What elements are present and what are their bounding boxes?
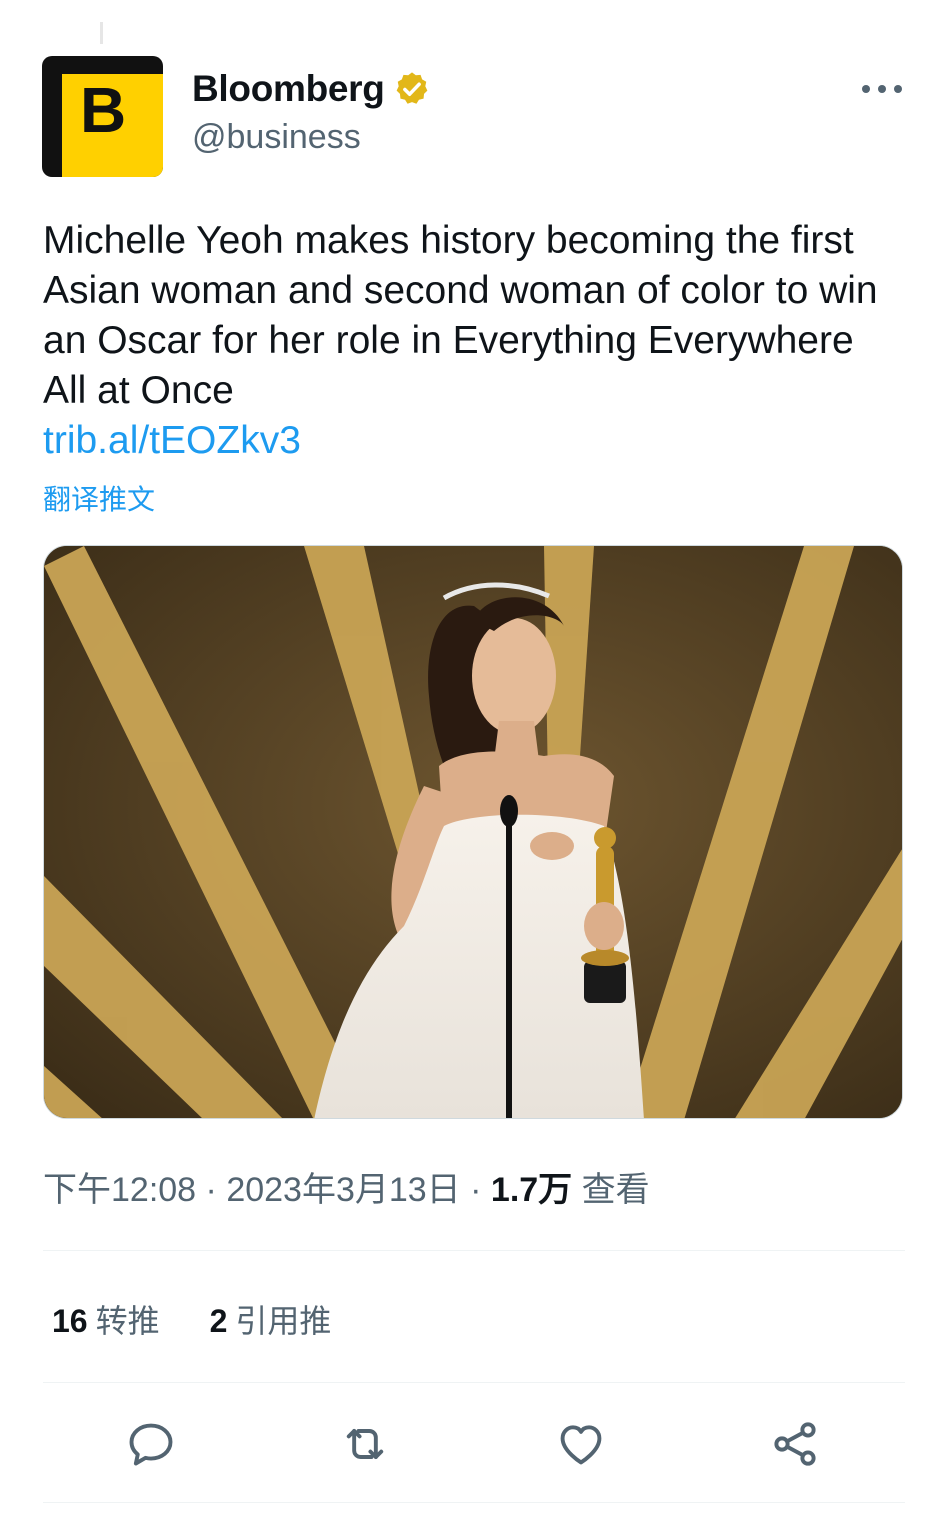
retweets-stat[interactable]: 16 转推: [52, 1296, 160, 1342]
share-icon[interactable]: [769, 1418, 821, 1470]
translate-tweet-link[interactable]: 翻译推文: [43, 478, 155, 518]
divider: [43, 1250, 905, 1251]
reply-icon[interactable]: [125, 1418, 177, 1470]
tweet-photo[interactable]: [43, 545, 903, 1119]
tweet-time[interactable]: 下午12:08: [43, 1171, 196, 1209]
action-bar: [43, 1400, 905, 1484]
name-row: Bloomberg: [192, 66, 431, 112]
views-label: 查看: [572, 1171, 650, 1209]
more-dot: [894, 85, 902, 93]
heart-icon[interactable]: [555, 1418, 607, 1470]
divider: [43, 1502, 905, 1503]
more-horizontal-icon[interactable]: [862, 82, 902, 96]
tweet-date[interactable]: 2023年3月13日: [226, 1171, 460, 1209]
quotes-stat[interactable]: 2 引用推: [210, 1296, 332, 1342]
more-dot: [878, 85, 886, 93]
quotes-count: 2: [209, 1303, 228, 1339]
photo-illustration: [44, 546, 902, 1118]
more-dot: [862, 85, 870, 93]
top-divider-tick: [100, 22, 103, 44]
retweets-count: 16: [52, 1303, 88, 1339]
crop-fade-overlay: [330, 1300, 650, 1334]
retweet-icon[interactable]: [339, 1418, 391, 1470]
views-count: 1.7万: [490, 1171, 573, 1209]
tweet-link[interactable]: trib.al/tEOZkv3: [43, 416, 301, 466]
account-name[interactable]: Bloomberg: [192, 68, 385, 110]
engagement-stats: 16 转推 2 引用推: [52, 1296, 331, 1342]
meta-separator: ·: [196, 1171, 227, 1209]
divider: [43, 1382, 905, 1383]
meta-separator: ·: [460, 1171, 491, 1209]
quotes-label: 引用推: [235, 1303, 332, 1339]
account-handle[interactable]: @business: [192, 118, 361, 157]
avatar-letter: B: [80, 74, 127, 146]
verified-badge-icon: [393, 70, 431, 108]
retweets-label: 转推: [95, 1303, 160, 1339]
avatar[interactable]: B: [42, 56, 163, 177]
tweet-text: Michelle Yeoh makes history becoming the…: [43, 219, 878, 412]
tweet-header: B Bloomberg @business: [42, 56, 904, 178]
tweet-meta: 下午12:08 · 2023年3月13日 · 1.7万 查看: [43, 1162, 650, 1211]
